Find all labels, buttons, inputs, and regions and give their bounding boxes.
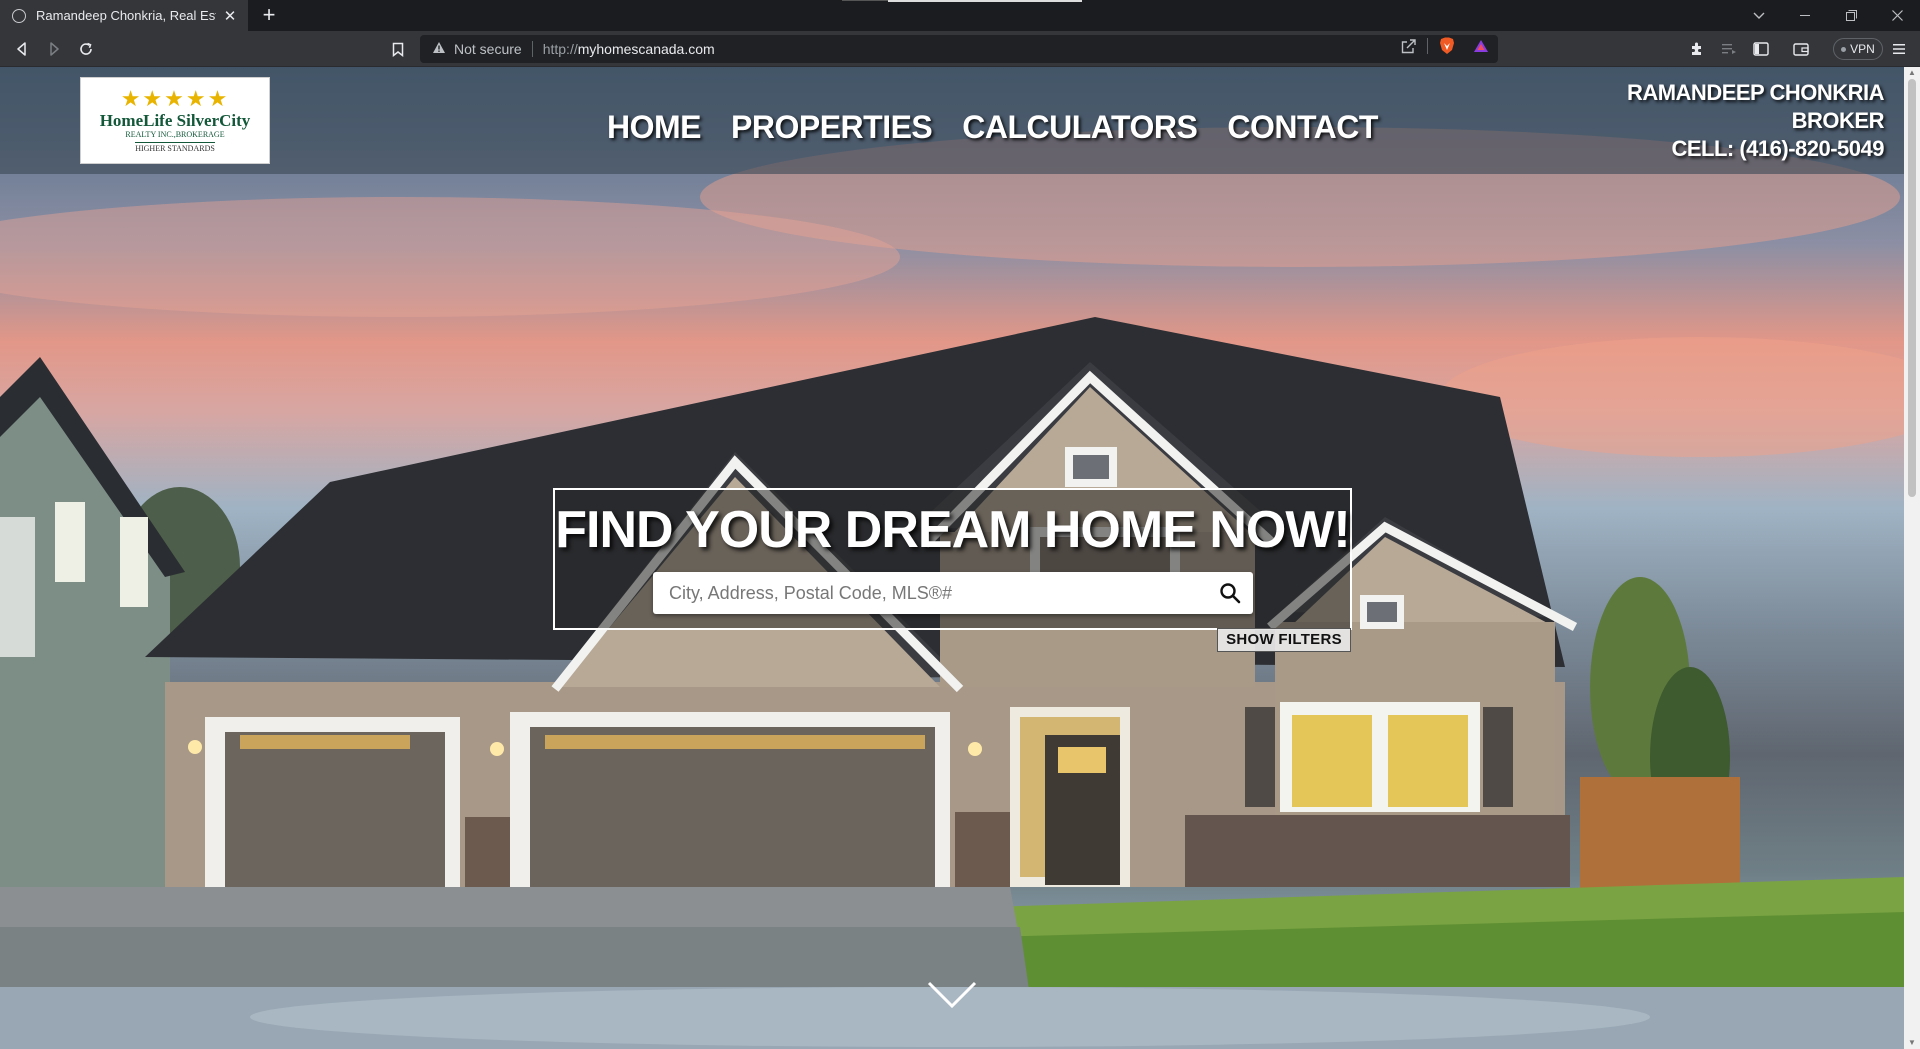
url-host: myhomescanada.com — [577, 41, 715, 57]
address-divider — [531, 41, 533, 57]
main-nav: HOME PROPERTIES CALCULATORS CONTACT — [607, 103, 1378, 151]
security-status[interactable]: Not secure — [454, 41, 522, 57]
search-box — [653, 572, 1253, 614]
agent-info: RAMANDEEP CHONKRIA BROKER CELL: (416)-82… — [1626, 79, 1885, 163]
tab-title: Ramandeep Chonkria, Real Estate — [36, 8, 216, 23]
logo-stars: ★★★★★ — [120, 85, 230, 111]
address-bar[interactable]: Not secure http:// myhomescanada.com — [420, 35, 1498, 63]
logo-name: HomeLife SilverCity — [99, 110, 251, 130]
browser-tab-active[interactable]: Ramandeep Chonkria, Real Estate ✕ — [0, 0, 248, 31]
scroll-down-chevron-icon[interactable] — [927, 980, 977, 1010]
forward-arrow-icon[interactable] — [42, 37, 66, 61]
restore-button[interactable] — [1828, 0, 1874, 31]
back-arrow-icon[interactable] — [10, 37, 34, 61]
scroll-up-arrow-icon[interactable]: ▲ — [1908, 69, 1916, 77]
scrollbar-thumb[interactable] — [1908, 79, 1916, 497]
close-window-button[interactable] — [1874, 0, 1920, 31]
nav-calculators[interactable]: CALCULATORS — [962, 103, 1198, 151]
search-input[interactable] — [653, 572, 1213, 614]
bookmark-icon[interactable] — [386, 37, 410, 61]
agent-phone[interactable]: CELL: (416)-820-5049 — [1627, 135, 1884, 163]
logo-subtitle: REALTY INC.,BROKERAGE — [125, 129, 225, 139]
menu-hamburger-icon[interactable] — [1887, 37, 1911, 61]
tab-strip-indicator — [842, 0, 888, 1]
extensions-puzzle-icon[interactable] — [1685, 37, 1709, 61]
minimize-button[interactable] — [1782, 0, 1828, 31]
new-tab-button[interactable]: + — [258, 4, 280, 26]
globe-icon — [12, 8, 26, 23]
scroll-down-arrow-icon[interactable]: ▼ — [1908, 1039, 1916, 1047]
media-queue-icon[interactable] — [1717, 37, 1741, 61]
browser-toolbar: Not secure http:// myhomescanada.com VPN — [0, 31, 1920, 67]
vpn-button[interactable]: VPN — [1833, 38, 1883, 60]
agent-name: RAMANDEEP CHONKRIA — [1626, 80, 1885, 105]
reload-icon[interactable] — [74, 37, 98, 61]
agent-title: BROKER — [1791, 108, 1885, 133]
browser-tab-strip: Ramandeep Chonkria, Real Estate ✕ + — [0, 0, 1920, 31]
sidebar-toggle-icon[interactable] — [1749, 37, 1773, 61]
share-icon[interactable] — [1400, 37, 1418, 55]
logo-tagline: HIGHER STANDARDS — [135, 141, 215, 153]
site-header: ★★★★★ HomeLife SilverCity REALTY INC.,BR… — [0, 67, 1904, 174]
hero-search-panel: FIND YOUR DREAM HOME NOW! — [553, 488, 1352, 630]
vpn-label: VPN — [1850, 42, 1875, 56]
brave-shield-icon[interactable] — [1438, 37, 1456, 55]
hero-headline: FIND YOUR DREAM HOME NOW! — [555, 501, 1350, 559]
url-scheme: http:// — [542, 41, 578, 57]
tab-strip-indicator-active — [888, 0, 1082, 2]
tab-close-icon[interactable]: ✕ — [222, 7, 238, 25]
warning-triangle-icon[interactable] — [432, 41, 446, 57]
page-viewport: ★★★★★ HomeLife SilverCity REALTY INC.,BR… — [0, 67, 1904, 1049]
nav-home[interactable]: HOME — [607, 103, 702, 151]
wallet-icon[interactable] — [1789, 37, 1813, 61]
page-scrollbar[interactable]: ▲ ▼ — [1904, 67, 1920, 1049]
brokerage-logo[interactable]: ★★★★★ HomeLife SilverCity REALTY INC.,BR… — [80, 77, 270, 164]
tab-search-chevron-icon[interactable] — [1736, 0, 1782, 31]
search-icon[interactable] — [1219, 582, 1241, 604]
nav-properties[interactable]: PROPERTIES — [731, 103, 933, 151]
vpn-status-dot — [1841, 46, 1847, 52]
show-filters-button[interactable]: SHOW FILTERS — [1217, 628, 1351, 652]
toolbar-divider — [1426, 37, 1428, 55]
rewards-triangle-icon[interactable] — [1472, 37, 1490, 55]
nav-contact[interactable]: CONTACT — [1227, 103, 1378, 151]
